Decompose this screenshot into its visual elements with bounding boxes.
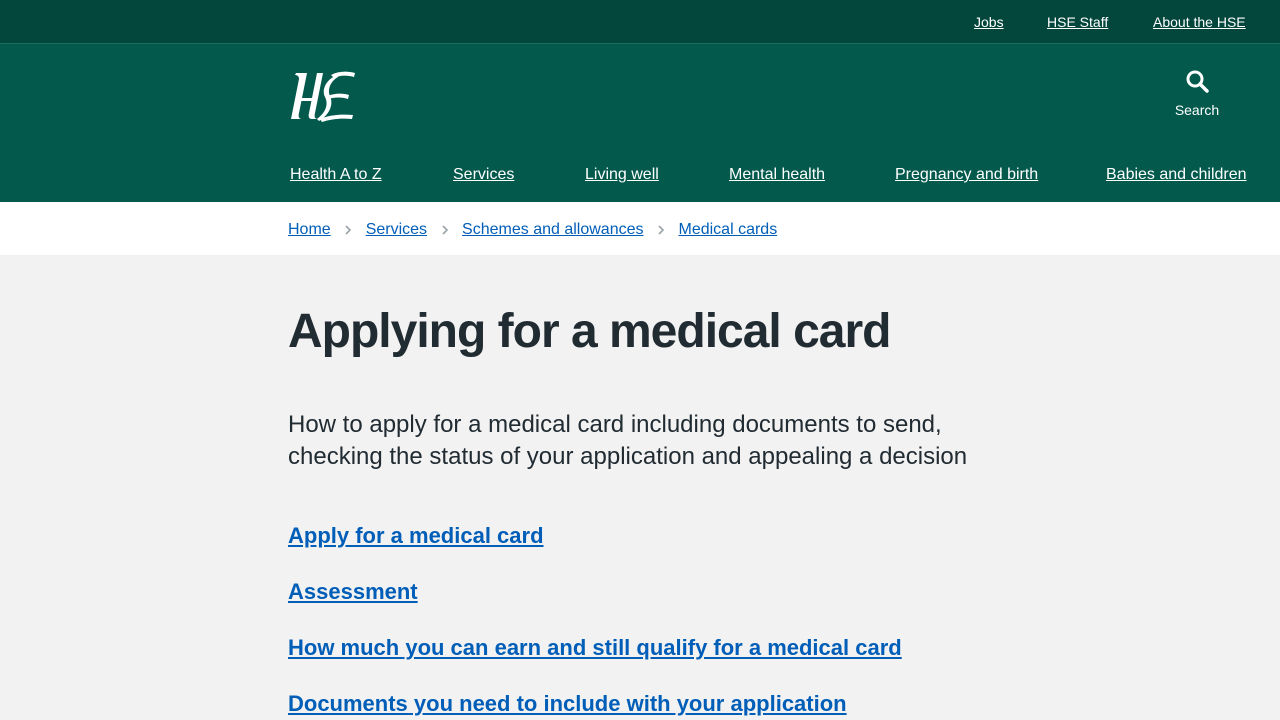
breadcrumb: Home Services Schemes and allowances Med…: [0, 202, 1280, 255]
nav-babies-and-children[interactable]: Babies and children: [1106, 165, 1247, 185]
breadcrumb-services[interactable]: Services: [366, 220, 427, 240]
jobs-link[interactable]: Jobs: [974, 13, 1004, 31]
about-hse-link[interactable]: About the HSE: [1153, 13, 1246, 31]
page-title: Applying for a medical card: [288, 305, 891, 358]
hse-logo-icon: [291, 71, 355, 122]
nav-services[interactable]: Services: [453, 165, 514, 185]
nav-pregnancy-and-birth[interactable]: Pregnancy and birth: [895, 165, 1038, 185]
site-header: Search Health A to Z Services Living wel…: [0, 44, 1280, 202]
nav-health-a-to-z[interactable]: Health A to Z: [290, 165, 382, 185]
chevron-right-icon: [331, 225, 366, 235]
search-icon: [1186, 70, 1209, 93]
hse-staff-link[interactable]: HSE Staff: [1047, 13, 1108, 31]
hse-logo[interactable]: [287, 69, 357, 123]
search-label: Search: [1174, 102, 1220, 118]
search-button[interactable]: Search: [1170, 69, 1224, 125]
link-apply-for-medical-card[interactable]: Apply for a medical card: [288, 522, 544, 550]
breadcrumb-home[interactable]: Home: [288, 220, 331, 240]
link-income-limits[interactable]: How much you can earn and still qualify …: [288, 634, 902, 662]
breadcrumb-medical-cards[interactable]: Medical cards: [678, 220, 777, 240]
chevron-right-icon: [643, 225, 678, 235]
chevron-right-icon: [427, 225, 462, 235]
nav-mental-health[interactable]: Mental health: [729, 165, 825, 185]
utility-bar: Jobs HSE Staff About the HSE: [0, 0, 1280, 44]
nav-living-well[interactable]: Living well: [585, 165, 659, 185]
link-assessment[interactable]: Assessment: [288, 578, 418, 606]
page-lead-text: How to apply for a medical card includin…: [288, 411, 968, 470]
breadcrumb-schemes-and-allowances[interactable]: Schemes and allowances: [462, 220, 643, 240]
link-documents-needed[interactable]: Documents you need to include with your …: [288, 690, 847, 718]
